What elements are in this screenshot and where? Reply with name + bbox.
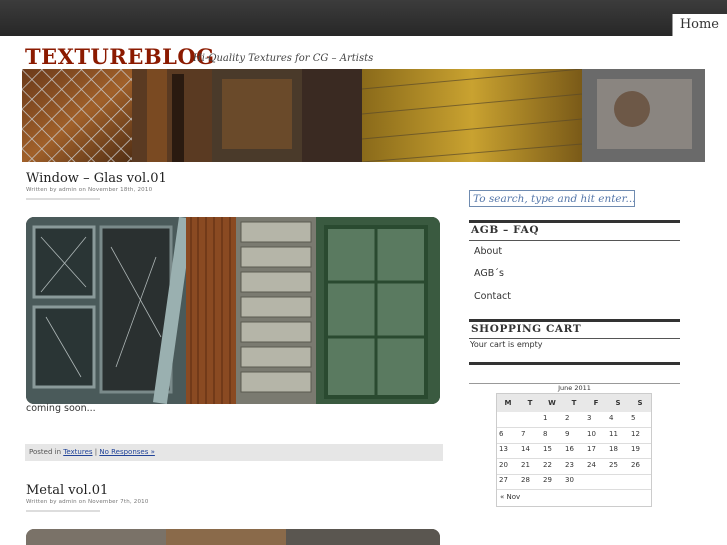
sidebar-link-agb[interactable]: AGB´s (474, 268, 504, 279)
nav-home-tab[interactable]: Home (671, 14, 727, 36)
calendar-day: 14 (521, 445, 530, 453)
calendar-row-divider (497, 489, 651, 490)
calendar-weekday: T (527, 399, 533, 407)
calendar-table: MTWTFSS 1 2 3 4 5 6 7 8 9 10 11 12 13 14 15 16 17 18 19 20 2… (496, 393, 652, 507)
calendar-day: 19 (631, 445, 640, 453)
post-meta: Written by admin on November 18th, 2010 (26, 187, 153, 193)
calendar-day: 1 (543, 414, 548, 422)
widget-heading-cart: SHOPPING CART (471, 323, 582, 335)
calendar-day: 15 (543, 445, 552, 453)
calendar-day: 26 (631, 460, 640, 469)
calendar-day: 22 (543, 460, 552, 469)
calendar-row-divider (497, 427, 651, 428)
post-title-underline (26, 198, 100, 200)
calendar-day: 2 (565, 414, 570, 422)
calendar-prev-month-link[interactable]: « Nov (500, 493, 520, 501)
site-tagline: Hi-Quality Textures for CG – Artists (193, 53, 374, 64)
calendar-weekday: S (615, 399, 621, 407)
calendar-day: 3 (587, 414, 592, 422)
calendar-day: 7 (521, 429, 526, 438)
widget-heading-faq: AGB – FAQ (471, 224, 540, 236)
sidebar-link-about[interactable]: About (474, 246, 502, 257)
widget-top-rule (469, 362, 680, 365)
calendar-day: 4 (609, 414, 614, 422)
calendar-day: 18 (609, 445, 618, 453)
calendar-weekday: F (593, 399, 599, 407)
calendar-row-divider (497, 473, 651, 475)
calendar-day: 20 (499, 460, 508, 469)
top-navigation-bar: Home (0, 0, 727, 36)
calendar-weekday: T (571, 399, 577, 407)
post-meta: Written by admin on November 7th, 2010 (26, 499, 149, 505)
calendar-caption: June 2011 (558, 384, 591, 392)
post-comments-link[interactable]: No Responses » (99, 448, 155, 456)
calendar-weekday-header: MTWTFSS (497, 394, 651, 412)
widget-top-rule (469, 319, 680, 322)
calendar-day: 27 (499, 476, 508, 484)
calendar-weekday: S (637, 399, 643, 407)
calendar-day: 13 (499, 445, 508, 453)
calendar-day: 16 (565, 445, 574, 453)
calendar-day: 11 (609, 429, 618, 438)
widget-heading-rule (469, 240, 680, 241)
calendar-day: 24 (587, 460, 596, 469)
calendar-day: 29 (543, 476, 552, 484)
calendar-day: 8 (543, 429, 548, 438)
search-input[interactable] (469, 190, 635, 207)
post-footer-prefix: Posted in (29, 448, 62, 456)
calendar-day: 12 (631, 429, 640, 438)
post-title-underline (26, 510, 100, 512)
widget-heading-rule (469, 338, 680, 339)
post-thumbnail-image[interactable] (26, 217, 440, 404)
post-excerpt: coming soon... (26, 403, 96, 414)
calendar-day: 6 (499, 429, 504, 438)
calendar-day: 17 (587, 445, 596, 453)
calendar-day: 28 (521, 476, 530, 484)
post-category-link[interactable]: Textures (63, 448, 92, 456)
post-thumbnail-image[interactable] (26, 529, 440, 545)
calendar-day: 23 (565, 460, 574, 469)
calendar-day: 10 (587, 429, 596, 438)
calendar-weekday: M (504, 399, 512, 407)
post-footer: Posted in Textures | No Responses » (25, 444, 443, 461)
calendar-row-divider (497, 458, 651, 459)
calendar-day: 30 (565, 476, 574, 484)
calendar-day: 25 (609, 460, 618, 469)
sidebar-link-contact[interactable]: Contact (474, 291, 511, 302)
post-footer-separator: | (94, 448, 98, 456)
cart-status-text: Your cart is empty (470, 340, 543, 349)
widget-top-rule (469, 220, 680, 223)
post-title[interactable]: Metal vol.01 (26, 483, 108, 498)
site-title[interactable]: TEXTUREBLOG (25, 44, 215, 69)
calendar-day: 9 (565, 429, 570, 438)
calendar-day: 5 (631, 414, 636, 422)
post-title[interactable]: Window – Glas vol.01 (26, 171, 167, 186)
calendar-weekday: W (548, 399, 556, 407)
calendar-row-divider (497, 442, 651, 444)
header-banner-image (22, 69, 705, 162)
calendar-day: 21 (521, 460, 530, 469)
